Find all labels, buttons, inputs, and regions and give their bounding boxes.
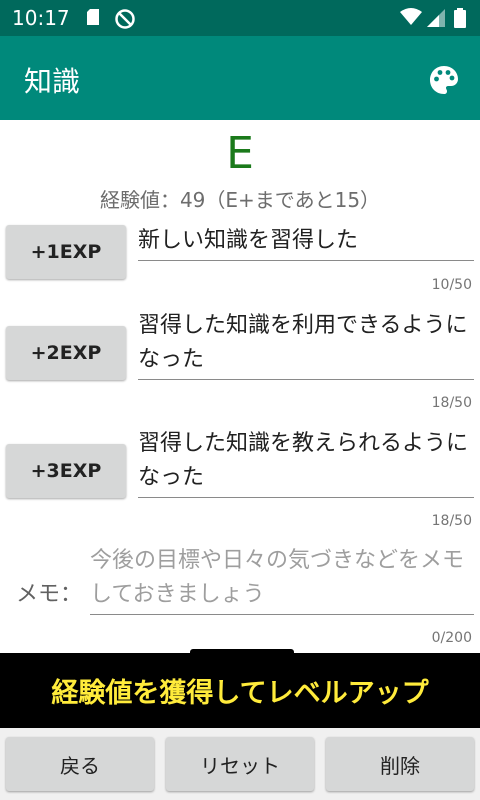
memo-input[interactable]: 今後の目標や日々の気づきなどをメモしておきましょう xyxy=(90,544,474,615)
back-button[interactable]: 戻る xyxy=(6,737,154,791)
exp3-char-counter: 18/50 xyxy=(431,513,472,529)
exp1-char-counter: 10/50 xyxy=(431,277,472,293)
battery-icon xyxy=(454,8,466,28)
level-grade: E xyxy=(226,128,254,179)
exp1-text-field[interactable]: 新しい知識を習得した xyxy=(138,224,474,261)
status-bar: 10:17 xyxy=(0,0,480,36)
no-disturb-icon xyxy=(115,9,135,29)
status-time: 10:17 xyxy=(12,6,70,30)
page-title: 知識 xyxy=(24,65,81,98)
sd-card-icon xyxy=(87,9,99,25)
exp-status: 経験値：49（E+まであと15） xyxy=(99,188,381,212)
memo-label: メモ： xyxy=(16,582,83,607)
exp2-char-counter: 18/50 xyxy=(431,395,472,411)
plus2-exp-button[interactable]: +2EXP xyxy=(6,326,126,380)
palette-icon[interactable] xyxy=(428,64,460,96)
memo-char-counter: 0/200 xyxy=(431,630,472,646)
plus3-exp-button[interactable]: +3EXP xyxy=(6,444,126,498)
banner-tab xyxy=(190,649,294,655)
wifi-icon xyxy=(400,8,422,25)
plus1-exp-button[interactable]: +1EXP xyxy=(6,225,126,279)
banner-text: 経験値を獲得してレベルアップ xyxy=(51,678,429,709)
bottom-bar: 戻る リセット 削除 xyxy=(0,728,480,800)
signal-icon xyxy=(427,9,445,27)
delete-button[interactable]: 削除 xyxy=(326,737,474,791)
exp3-text-field[interactable]: 習得した知識を教えられるようになった xyxy=(138,427,474,498)
app-bar: 知識 xyxy=(0,36,480,120)
exp2-text-field[interactable]: 習得した知識を利用できるようになった xyxy=(138,309,474,380)
banner: 経験値を獲得してレベルアップ xyxy=(0,649,480,728)
reset-button[interactable]: リセット xyxy=(166,737,314,791)
